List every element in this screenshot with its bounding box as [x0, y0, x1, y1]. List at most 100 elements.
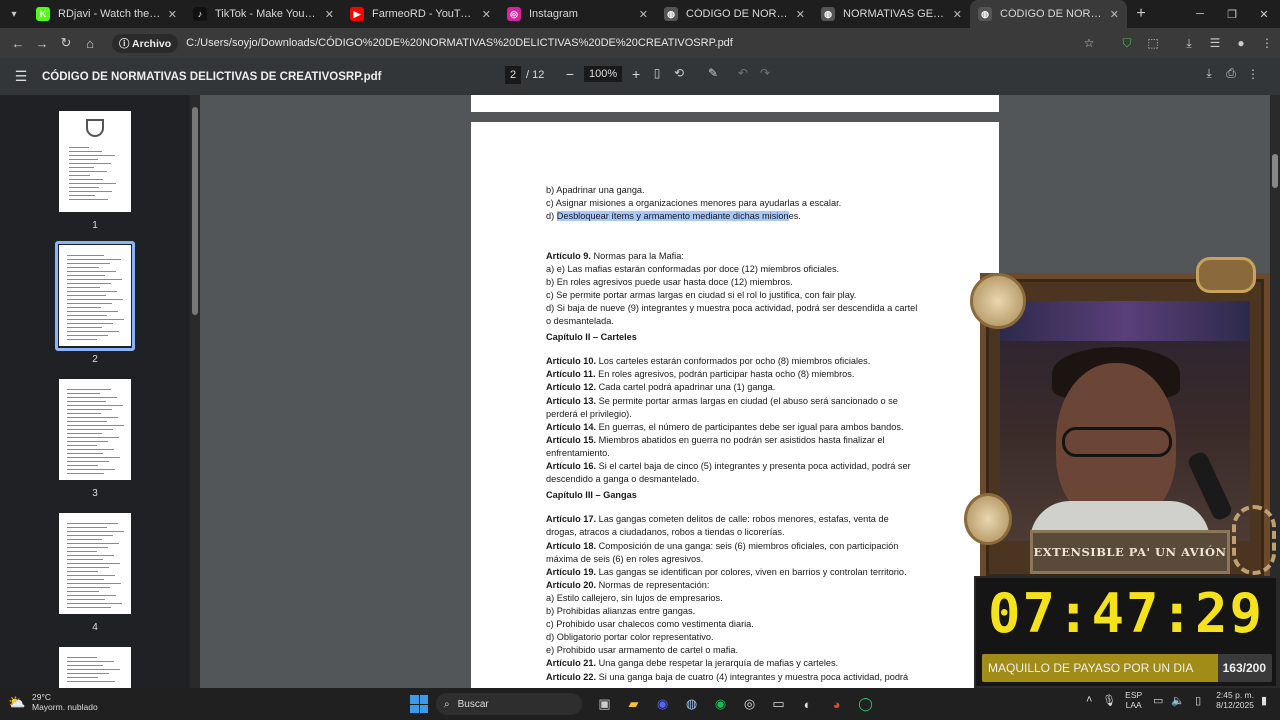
line-text: máxima de seis (6) en roles agresivos. [546, 553, 704, 564]
steam-icon[interactable]: ◍ [677, 692, 706, 716]
restore-button[interactable]: ❐ [1216, 0, 1248, 28]
browser-tab[interactable]: ♪ TikTok - Make Your Day ✕ [185, 0, 342, 28]
viewer-scrollbar-thumb[interactable] [1272, 154, 1278, 188]
document-line: Artículo 11. En roles agresivos, podrán … [546, 368, 931, 381]
thumbnail-page-2[interactable] [59, 245, 131, 346]
document-line: e) Prohibido usar armamento de cartel o … [546, 644, 931, 657]
thumbnail-text-line [67, 681, 115, 682]
zoom-out-button[interactable]: − [560, 66, 580, 82]
browser-menu-icon[interactable]: ⋮ [1254, 30, 1280, 56]
extensions-icon[interactable]: ⬚ [1140, 30, 1166, 56]
youtube-icon: ▶ [350, 7, 364, 21]
tab-close-icon[interactable]: ✕ [953, 8, 962, 21]
tab-close-icon[interactable]: ✕ [325, 8, 334, 21]
tiktok-icon: ♪ [193, 7, 207, 21]
chrome-icon[interactable]: ◕ [822, 692, 851, 716]
url-text[interactable]: C:/Users/soyjo/Downloads/CÓDIGO%20DE%20N… [186, 37, 733, 49]
network-icon[interactable]: ▭ [1148, 694, 1168, 707]
thumbnail-page-1[interactable] [59, 111, 131, 212]
task-view-icon[interactable]: ▣ [590, 692, 619, 716]
shield-extension-icon[interactable]: ⛉ [1114, 30, 1140, 56]
browser-tab[interactable]: ◎ Instagram ✕ [499, 0, 656, 28]
obs-icon[interactable]: ◎ [735, 692, 764, 716]
sidebar-scrollbar-thumb[interactable] [192, 107, 198, 315]
battery-icon[interactable]: ▯ [1188, 694, 1208, 707]
notifications-icon[interactable]: ▮ [1254, 694, 1274, 707]
thumbnail-label: 3 [92, 488, 98, 499]
tab-close-icon[interactable]: ✕ [168, 8, 177, 21]
selected-text[interactable]: Desbloquear ítems y armamento mediante d… [556, 211, 789, 222]
browser-tab[interactable]: ◍ CÓDIGO DE NORMATIVAS DELICTIVAS ✕ [970, 0, 1127, 28]
rotate-icon[interactable]: ⟲ [668, 66, 690, 80]
redo-icon[interactable]: ↷ [754, 66, 776, 80]
line-text: b) Apadrinar una ganga. [546, 185, 645, 195]
taskbar-clock[interactable]: 2:45 p. m. 8/12/2025 [1216, 690, 1254, 710]
print-icon[interactable]: ⎙ [1220, 66, 1242, 81]
spotify-icon[interactable]: ◉ [706, 692, 735, 716]
reading-list-icon[interactable]: ☰ [1202, 30, 1228, 56]
sidebar-toggle-icon[interactable]: ☰ [0, 68, 42, 85]
site-info-chip[interactable]: ⓘ Archivo [112, 33, 179, 53]
discord-icon[interactable]: ◉ [648, 692, 677, 716]
tray-overflow-icon[interactable]: ˄ [1079, 694, 1099, 706]
download-icon[interactable]: ⤓ [1176, 30, 1202, 56]
omnibox[interactable]: ⓘ Archivo C:/Users/soyjo/Downloads/CÓDIG… [112, 32, 733, 54]
weather-widget[interactable]: ⛅ 29°C Mayorm. nublado [8, 692, 98, 712]
thumbnail-text-line [67, 279, 122, 280]
minimize-button[interactable]: ─ [1184, 0, 1216, 28]
close-window-button[interactable]: ✕ [1248, 0, 1280, 28]
article-number: Artículo 17. [546, 514, 597, 525]
line-text: Cada cartel podrá apadrinar una (1) gang… [596, 382, 776, 393]
tab-close-icon[interactable]: ✕ [482, 8, 491, 21]
thumbnail-page-5[interactable] [59, 647, 131, 688]
zoom-in-button[interactable]: + [626, 66, 646, 82]
thumbnail-page-3[interactable] [59, 379, 131, 480]
article-number: Artículo 9. [546, 250, 591, 261]
browser-tab[interactable]: ◍ CÓDIGO DE NORMATIVAS GENERALES ✕ [656, 0, 813, 28]
undo-icon[interactable]: ↶ [732, 66, 754, 80]
document-line: a) Estilo callejero, sin lujos de empres… [546, 592, 931, 605]
tab-search-button[interactable]: ▾ [0, 0, 28, 28]
app-icon[interactable]: ◐ [793, 692, 822, 716]
language-indicator[interactable]: ESP LAA [1125, 690, 1142, 710]
windows-start-icon[interactable] [410, 695, 428, 713]
new-tab-button[interactable]: + [1127, 5, 1155, 23]
whatsapp-icon[interactable]: ◯ [851, 692, 880, 716]
tab-close-icon[interactable]: ✕ [796, 8, 805, 21]
back-button[interactable]: ← [6, 31, 30, 55]
page-number-input[interactable]: 2 [505, 66, 521, 84]
terminal-icon[interactable]: ▭ [764, 692, 793, 716]
document-line: d) Si baja de nueve (9) integrantes y mu… [546, 302, 931, 315]
microphone-icon[interactable]: 🎙 [1099, 694, 1119, 707]
pdf-menu-icon[interactable]: ⋮ [1242, 67, 1264, 81]
line-text: Una ganga debe respetar la jerarquía de … [596, 658, 839, 669]
document-line: Artículo 21. Una ganga debe respetar la … [546, 657, 931, 670]
zoom-level[interactable]: 100% [584, 66, 623, 82]
thumbnail-text-line [67, 339, 97, 340]
volume-icon[interactable]: 🔈 [1168, 694, 1188, 707]
profile-avatar[interactable]: ● [1228, 30, 1254, 56]
browser-tab[interactable]: ▶ FarmeoRD - YouTube ✕ [342, 0, 499, 28]
line-text: d) Obligatorio portar color representati… [546, 632, 714, 643]
line-text: Las gangas se identifican por colores, v… [596, 566, 907, 577]
line-text: descendido a ganga o desmantelado. [546, 474, 700, 485]
tab-title: TikTok - Make Your Day [215, 8, 319, 20]
annotate-icon[interactable]: ✎ [702, 66, 724, 80]
pdf-download-icon[interactable]: ⤓ [1198, 66, 1220, 81]
tab-close-icon[interactable]: ✕ [639, 8, 648, 21]
subathon-timer: 07:47:29 [987, 582, 1265, 645]
home-button[interactable]: ⌂ [78, 31, 102, 55]
file-explorer-icon[interactable]: ▰ [619, 692, 648, 716]
thumbnail-text-line [67, 429, 113, 430]
browser-tab[interactable]: K RDjavi - Watch the VOD on Kick ✕ [28, 0, 185, 28]
bookmark-star-icon[interactable]: ☆ [1076, 30, 1102, 56]
fit-page-icon[interactable]: ▯ [646, 66, 668, 80]
tab-title: FarmeoRD - YouTube [372, 8, 476, 20]
browser-tab[interactable]: ◍ NORMATIVAS GENERALES POLICIALES ✕ [813, 0, 970, 28]
tab-close-icon[interactable]: ✕ [1110, 8, 1119, 21]
thumbnail-page-4[interactable] [59, 513, 131, 614]
taskbar-search[interactable]: ⌕ Buscar [436, 693, 582, 715]
forward-button[interactable]: → [30, 31, 54, 55]
reload-button[interactable]: ↻ [54, 31, 78, 55]
document-line: c) Prohibido usar chalecos como vestimen… [546, 618, 931, 631]
